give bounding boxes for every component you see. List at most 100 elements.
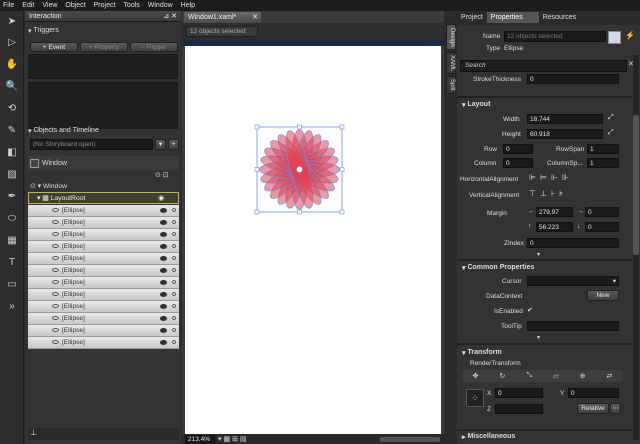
tree-ellipse-row[interactable]: [Ellipse] xyxy=(28,241,179,253)
tab-design[interactable]: Design xyxy=(446,24,456,50)
lock-icon[interactable] xyxy=(172,268,176,273)
menu-tools[interactable]: Tools xyxy=(123,2,139,9)
isenabled-checkbox[interactable]: ✔ xyxy=(527,306,533,314)
eye-icon[interactable] xyxy=(160,219,167,225)
transform-y-field[interactable]: 0 xyxy=(568,388,619,398)
tree-layoutroot-row[interactable]: ▾ ▦ LayoutRoot ◉ xyxy=(28,192,179,204)
artboard-canvas[interactable] xyxy=(185,46,441,434)
search-input[interactable]: Search xyxy=(460,60,627,72)
horizontal-alignment-buttons[interactable]: ⊫⊨⊩⊪ xyxy=(529,173,573,182)
height-field[interactable]: 60.918 xyxy=(527,129,603,139)
menu-edit[interactable]: Edit xyxy=(22,2,34,9)
eye-icon[interactable] xyxy=(160,255,167,261)
remove-trigger-button[interactable]: - Trigger xyxy=(130,42,178,52)
view-toggle-icons[interactable]: ▾ ▦ ⊞ ▤ xyxy=(218,435,246,443)
add-property-button[interactable]: + Property xyxy=(80,42,128,52)
miscellaneous-header[interactable]: ▸ Miscellaneous xyxy=(459,431,515,442)
scrollbar-thumb[interactable] xyxy=(633,115,639,255)
tree-ellipse-row[interactable]: [Ellipse] xyxy=(28,325,179,337)
direct-selection-tool-icon[interactable]: ▷ xyxy=(4,35,20,51)
pan-tool-icon[interactable]: ✋ xyxy=(4,57,20,73)
camera-orbit-tool-icon[interactable]: ⟲ xyxy=(4,101,20,117)
origin-grid-icon[interactable]: ⁘ xyxy=(466,389,484,407)
tab-resources[interactable]: Resources xyxy=(539,12,580,23)
menu-help[interactable]: Help xyxy=(181,2,195,9)
center-point-icon[interactable]: ⊕ xyxy=(580,372,586,380)
timeline-toggle-icons[interactable]: ⊙ ⊡ xyxy=(155,171,169,179)
lock-icon[interactable] xyxy=(172,340,176,345)
eye-icon[interactable] xyxy=(160,267,167,273)
more-options-button[interactable]: ⋯ xyxy=(610,403,621,414)
tab-split[interactable]: Split xyxy=(446,76,456,94)
tree-ellipse-row[interactable]: [Ellipse] xyxy=(28,253,179,265)
close-tab-icon[interactable]: ✕ xyxy=(252,12,258,23)
tree-ellipse-row[interactable]: [Ellipse] xyxy=(28,205,179,217)
eye-icon[interactable] xyxy=(160,291,167,297)
tree-ellipse-row[interactable]: [Ellipse] xyxy=(28,301,179,313)
objects-header[interactable]: ▾ Objects and Timeline xyxy=(25,125,181,136)
width-field[interactable]: 18.744 xyxy=(527,114,603,124)
properties-scrollbar[interactable] xyxy=(633,55,639,440)
eye-icon[interactable] xyxy=(160,231,167,237)
tree-ellipse-row[interactable]: [Ellipse] xyxy=(28,229,179,241)
tooltip-field[interactable] xyxy=(527,321,619,331)
window-scope-row[interactable]: Window xyxy=(28,156,178,170)
asset-library-icon[interactable]: » xyxy=(4,299,20,315)
new-datacontext-button[interactable]: New xyxy=(587,290,619,301)
transform-x-field[interactable]: 0 xyxy=(495,388,543,398)
lock-icon[interactable] xyxy=(172,244,176,249)
menu-view[interactable]: View xyxy=(42,2,57,9)
events-icon[interactable]: ⚡ xyxy=(625,31,635,40)
eye-icon[interactable] xyxy=(160,279,167,285)
pin-icon[interactable]: ⊿ ✕ xyxy=(163,12,177,20)
grid-tool-icon[interactable]: ▦ xyxy=(4,233,20,249)
flip-icon[interactable]: ⇄ xyxy=(607,372,613,380)
menu-project[interactable]: Project xyxy=(94,2,116,9)
menu-window[interactable]: Window xyxy=(148,2,173,9)
selection-tool-icon[interactable]: ➤ xyxy=(4,14,20,30)
triggers-list[interactable] xyxy=(28,54,178,79)
common-properties-header[interactable]: ▾ Common Properties xyxy=(459,262,534,273)
eye-icon[interactable] xyxy=(160,339,167,345)
expand-more-icon[interactable]: ▾ xyxy=(537,251,540,258)
margin-right-field[interactable]: 0 xyxy=(585,207,619,217)
timeline-scrollbar[interactable] xyxy=(28,428,179,440)
storyboard-field[interactable]: (No Storyboard open) xyxy=(30,139,153,150)
vertical-alignment-buttons[interactable]: ⊤⊥⊦⊧ xyxy=(529,189,567,198)
tree-ellipse-row[interactable]: [Ellipse] xyxy=(28,313,179,325)
triggers-header[interactable]: ▾ Triggers xyxy=(25,25,181,36)
new-storyboard-button[interactable]: + xyxy=(168,139,179,150)
stroke-thickness-field[interactable]: 0 xyxy=(527,74,619,84)
margin-top-field[interactable]: 56.223 xyxy=(536,222,573,232)
transform-type-tabs[interactable]: ✥ ↻ ⤡ ▱ ⊕ ⇄ xyxy=(462,370,623,382)
row-field[interactable]: 0 xyxy=(503,144,533,154)
control-tool-icon[interactable]: ▭ xyxy=(4,277,20,293)
tab-xaml[interactable]: XAML xyxy=(446,52,456,74)
margin-bottom-field[interactable]: 0 xyxy=(585,222,619,232)
margin-left-field[interactable]: 279.97 xyxy=(536,207,573,217)
tab-properties[interactable]: Properties xyxy=(486,12,539,23)
zindex-field[interactable]: 0 xyxy=(527,238,619,248)
eye-icon[interactable] xyxy=(160,303,167,309)
tree-window-row[interactable]: ⊙ ▾ Window xyxy=(28,180,179,192)
lock-icon[interactable] xyxy=(172,280,176,285)
cursor-select[interactable]: ▾ xyxy=(527,276,619,286)
eye-icon[interactable]: ◉ xyxy=(158,194,164,202)
column-field[interactable]: 0 xyxy=(503,158,533,168)
lock-icon[interactable] xyxy=(172,328,176,333)
lock-icon[interactable] xyxy=(172,256,176,261)
eye-icon[interactable] xyxy=(160,207,167,213)
expand-more-icon[interactable]: ▾ xyxy=(537,334,540,341)
add-event-button[interactable]: + Event xyxy=(30,42,78,52)
transform-header[interactable]: ▾ Transform xyxy=(459,347,502,358)
tree-ellipse-row[interactable]: [Ellipse] xyxy=(28,277,179,289)
rowspan-field[interactable]: 1 xyxy=(587,144,619,154)
relative-button[interactable]: Relative xyxy=(577,403,609,414)
layout-header[interactable]: ▾ Layout xyxy=(459,99,490,110)
tree-ellipse-row[interactable]: [Ellipse] xyxy=(28,265,179,277)
brush-transform-tool-icon[interactable]: ▨ xyxy=(4,167,20,183)
tree-ellipse-row[interactable]: [Ellipse] xyxy=(28,289,179,301)
paint-bucket-tool-icon[interactable]: ◧ xyxy=(4,145,20,161)
name-field[interactable]: 12 objects selected xyxy=(504,31,606,42)
horizontal-scrollbar[interactable] xyxy=(380,436,440,442)
